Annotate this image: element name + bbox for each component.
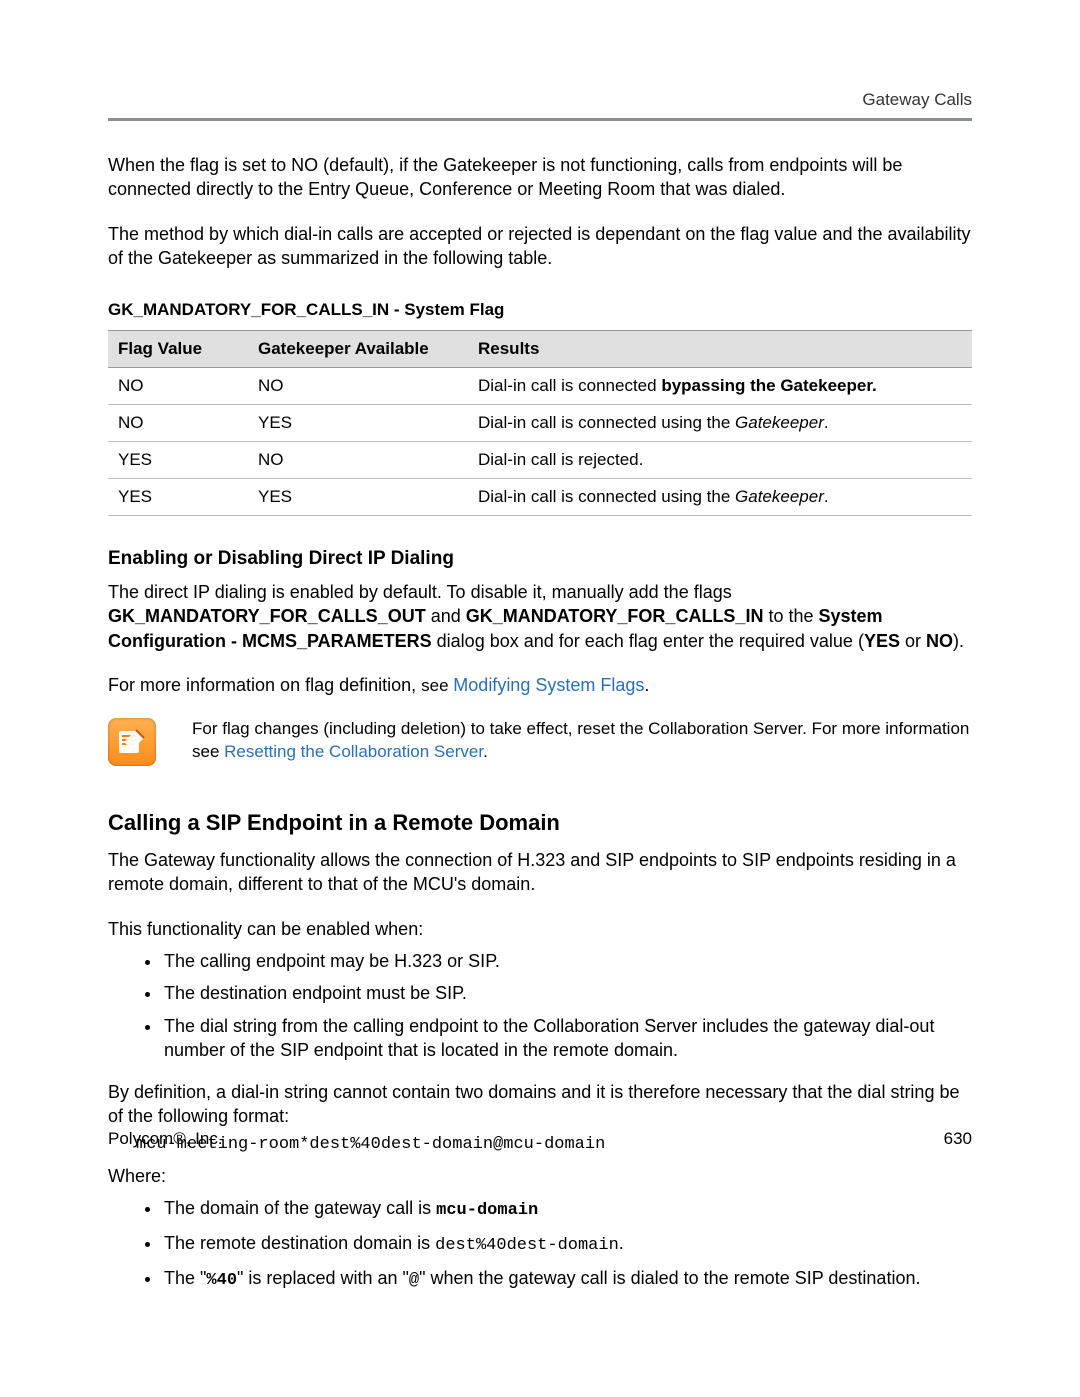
cell-gk-available: YES: [248, 405, 468, 442]
breadcrumb: Gateway Calls: [862, 90, 972, 109]
page-header: Gateway Calls: [108, 90, 972, 121]
section-heading-sip-remote: Calling a SIP Endpoint in a Remote Domai…: [108, 810, 972, 836]
intro-paragraph-1: When the flag is set to NO (default), if…: [108, 153, 972, 202]
cell-results: Dial-in call is connected bypassing the …: [468, 368, 972, 405]
table-row: NO YES Dial-in call is connected using t…: [108, 405, 972, 442]
table-header-row: Flag Value Gatekeeper Available Results: [108, 331, 972, 368]
note-text: For flag changes (including deletion) to…: [192, 718, 972, 764]
cell-flag-value: YES: [108, 479, 248, 516]
list-item: The domain of the gateway call is mcu-do…: [162, 1196, 972, 1223]
cell-flag-value: YES: [108, 442, 248, 479]
direct-ip-paragraph-2: For more information on flag definition,…: [108, 673, 972, 698]
page-number: 630: [944, 1129, 972, 1149]
cell-results: Dial-in call is connected using the Gate…: [468, 405, 972, 442]
footer-company: Polycom®, Inc.: [108, 1129, 223, 1149]
intro-paragraph-2: The method by which dial-in calls are ac…: [108, 222, 972, 271]
cell-gk-available: YES: [248, 479, 468, 516]
sip-bullet-list-b: The domain of the gateway call is mcu-do…: [108, 1196, 972, 1293]
system-flag-table: Flag Value Gatekeeper Available Results …: [108, 330, 972, 516]
registered-icon: ®: [173, 1129, 186, 1148]
list-item: The dial string from the calling endpoin…: [162, 1014, 972, 1063]
sip-paragraph-3: By definition, a dial-in string cannot c…: [108, 1080, 972, 1129]
link-resetting-collab-server[interactable]: Resetting the Collaboration Server: [224, 742, 483, 761]
cell-flag-value: NO: [108, 368, 248, 405]
page-footer: Polycom®, Inc. 630: [108, 1129, 972, 1149]
sip-paragraph-4: Where:: [108, 1164, 972, 1188]
cell-flag-value: NO: [108, 405, 248, 442]
note-icon: [108, 718, 156, 766]
note-block: For flag changes (including deletion) to…: [108, 718, 972, 766]
document-page: Gateway Calls When the flag is set to NO…: [0, 0, 1080, 1397]
list-item: The destination endpoint must be SIP.: [162, 981, 972, 1005]
table-row: NO NO Dial-in call is connected bypassin…: [108, 368, 972, 405]
cell-results: Dial-in call is connected using the Gate…: [468, 479, 972, 516]
sip-paragraph-1: The Gateway functionality allows the con…: [108, 848, 972, 897]
list-item: The "%40" is replaced with an "@" when t…: [162, 1266, 972, 1293]
table-row: YES YES Dial-in call is connected using …: [108, 479, 972, 516]
table-header-results: Results: [468, 331, 972, 368]
list-item: The calling endpoint may be H.323 or SIP…: [162, 949, 972, 973]
sip-bullet-list-a: The calling endpoint may be H.323 or SIP…: [108, 949, 972, 1062]
cell-gk-available: NO: [248, 442, 468, 479]
table-header-gk-available: Gatekeeper Available: [248, 331, 468, 368]
cell-results: Dial-in call is rejected.: [468, 442, 972, 479]
list-item: The remote destination domain is dest%40…: [162, 1231, 972, 1258]
sip-paragraph-2: This functionality can be enabled when:: [108, 917, 972, 941]
table-caption: GK_MANDATORY_FOR_CALLS_IN - System Flag: [108, 300, 972, 320]
table-row: YES NO Dial-in call is rejected.: [108, 442, 972, 479]
subsection-heading-direct-ip: Enabling or Disabling Direct IP Dialing: [108, 548, 972, 570]
direct-ip-paragraph-1: The direct IP dialing is enabled by defa…: [108, 580, 972, 653]
cell-gk-available: NO: [248, 368, 468, 405]
link-modifying-system-flags[interactable]: Modifying System Flags: [453, 675, 644, 695]
table-header-flag-value: Flag Value: [108, 331, 248, 368]
